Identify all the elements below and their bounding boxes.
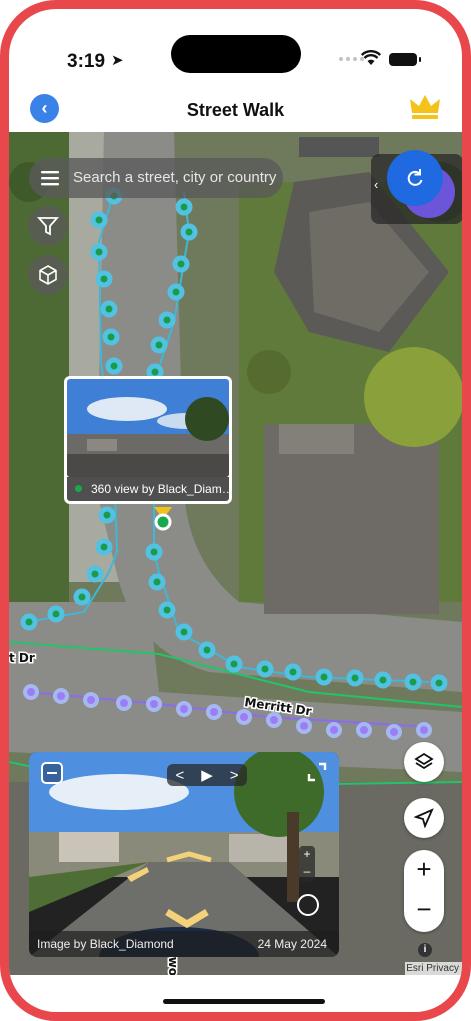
prev-button[interactable]: <: [175, 767, 184, 784]
info-icon[interactable]: i: [418, 943, 432, 957]
3d-view-button[interactable]: [28, 255, 68, 295]
zoom-control[interactable]: + −: [404, 850, 444, 932]
dynamic-island: [171, 35, 301, 73]
collapse-chevron-icon[interactable]: ‹: [374, 177, 378, 192]
layers-icon: [414, 752, 434, 770]
viewer-footer: Image by Black_Diamond 24 May 2024: [29, 931, 339, 957]
search-bar[interactable]: Search a street, city or country: [29, 158, 283, 198]
crown-icon[interactable]: [407, 91, 443, 121]
zoom-out-button[interactable]: −: [404, 894, 444, 925]
expand-icon[interactable]: [307, 762, 327, 782]
status-time: 3:19: [67, 51, 106, 72]
location-arrow-icon: ➤: [111, 52, 124, 69]
street-view-panel[interactable]: < ▶ > + – Image by Black_Diamond 24 May …: [29, 752, 339, 957]
viewer-zoom-control[interactable]: + –: [299, 846, 315, 882]
minimize-button[interactable]: [41, 762, 63, 784]
image-date: 24 May 2024: [257, 937, 327, 951]
navigation-bar: ‹ Street Walk: [9, 87, 462, 132]
refresh-icon: [407, 169, 423, 186]
compass-icon[interactable]: [297, 894, 319, 916]
phone-frame: 3:19 ➤ ‹ Street Walk t Dr Merritt Dr Sea…: [0, 0, 471, 1021]
refresh-button[interactable]: [387, 150, 443, 206]
page-title: Street Walk: [186, 100, 285, 120]
layers-button[interactable]: [404, 742, 444, 782]
filter-button[interactable]: [28, 206, 68, 246]
photo-caption: 360 view by Black_Diam…: [67, 477, 229, 501]
photo-preview-card[interactable]: 360 view by Black_Diam…: [64, 376, 232, 504]
filter-icon: [37, 217, 59, 236]
search-placeholder: Search a street, city or country: [73, 169, 277, 186]
my-location-button[interactable]: [404, 798, 444, 838]
location-pin-icon: [154, 507, 172, 531]
photo-thumbnail: [67, 379, 229, 477]
street-label-dr: t Dr: [9, 651, 35, 665]
playback-controls: < ▶ >: [167, 764, 247, 786]
cube-icon: [39, 265, 57, 285]
menu-icon[interactable]: [41, 169, 61, 187]
viewer-zoom-in[interactable]: +: [299, 846, 315, 863]
image-credit: Image by Black_Diamond: [37, 937, 174, 951]
wifi-icon: [361, 50, 381, 65]
map-attribution[interactable]: Esri Privacy: [405, 962, 462, 975]
play-button[interactable]: ▶: [201, 766, 213, 784]
battery-icon: [389, 53, 421, 66]
viewer-zoom-out[interactable]: –: [299, 863, 315, 880]
status-bar: 3:19 ➤: [9, 9, 462, 87]
home-indicator: [163, 999, 325, 1004]
next-button[interactable]: >: [230, 767, 239, 784]
zoom-in-button[interactable]: +: [404, 854, 444, 885]
map-view[interactable]: t Dr Merritt Dr Baywoo Search a street, …: [9, 132, 462, 975]
navigate-icon: [414, 808, 434, 828]
